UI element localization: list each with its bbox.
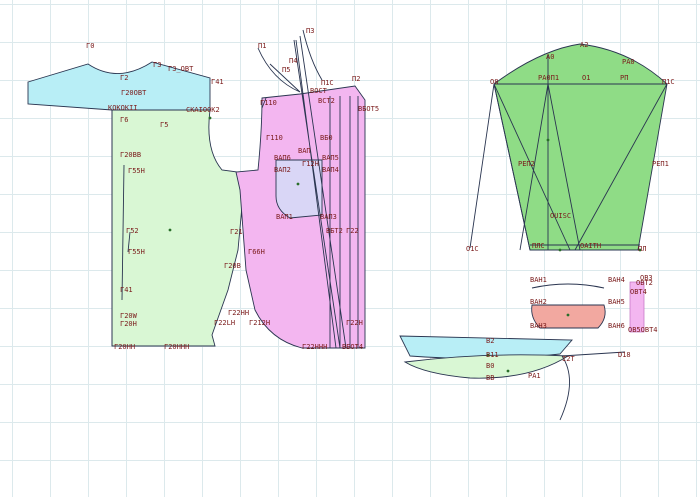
point-label: Г3 [153, 61, 161, 69]
point-label: РА0 [622, 58, 635, 66]
point-label: Г22HHH [302, 343, 327, 351]
point-label: ВАП6 [274, 154, 291, 162]
point-label: Г21 [230, 228, 243, 236]
pattern-piece-collar[interactable] [399, 335, 626, 421]
point-label: Г6 [120, 116, 128, 124]
point-label: ВАП4 [322, 166, 339, 174]
point-label: В0 [486, 362, 494, 370]
point-label: ВБ0 [320, 134, 333, 142]
point-label: П1C [662, 78, 675, 86]
point-label: KOKOKII [108, 104, 138, 112]
point-label: Г22 [346, 227, 359, 235]
point-label: ПЛС [532, 242, 545, 250]
point-label: ВСТ2 [318, 97, 335, 105]
point-label: CKAIOOK2 [186, 106, 220, 114]
point-label: Г20BB [120, 151, 141, 159]
point-label: П3 [306, 27, 314, 35]
pattern-drawing[interactable]: Г0 Г2 Г3 Г3_OBT Г20OBT Г41 KOKOKII CKAIO… [0, 0, 700, 497]
point-label: Г110 [266, 134, 283, 142]
point-label: OAITH [580, 242, 601, 250]
point-label: ВОСТ [310, 87, 328, 95]
cuff-top-line [531, 283, 605, 289]
point-label: Г20W [120, 312, 138, 320]
point-label: РЕП1 [652, 160, 669, 168]
point-label: Г2 [120, 74, 128, 82]
point-label: D18 [618, 351, 631, 359]
point-label: П4 [289, 57, 297, 65]
point-label: П1C [321, 79, 334, 87]
point-label: ВАП5 [322, 154, 339, 162]
point-label: ВБОТ5 [358, 105, 379, 113]
point-label: OBT4 [630, 288, 647, 296]
point-label: ВВ [486, 374, 494, 382]
point-label: П1 [258, 42, 266, 50]
point-label: O1C [466, 245, 479, 253]
point-label: ВАН3 [530, 322, 547, 330]
point-label: П5 [282, 66, 290, 74]
pattern-piece-cuff[interactable] [531, 281, 645, 333]
point-label: Г55H [128, 248, 145, 256]
point-label: ВБОТ4 [342, 343, 363, 351]
point-label: ВБТ2 [326, 227, 343, 235]
point-label: Г20H [120, 320, 137, 328]
point-label: В11 [486, 351, 499, 359]
point-label: ВАН6 [608, 322, 625, 330]
point-label: О1 [582, 74, 590, 82]
point-label: РА1 [528, 372, 541, 380]
point-label: OB5OBT4 [628, 326, 658, 334]
point-label: А2 [580, 41, 588, 49]
point-label: Г66H [248, 248, 265, 256]
point-label: ВАП [298, 147, 311, 155]
point-label: Г22HH [228, 309, 249, 317]
point-label: Г52 [126, 227, 139, 235]
point-label: Г110 [260, 99, 277, 107]
point-label: РП [620, 74, 628, 82]
pattern-piece-front[interactable] [235, 29, 366, 349]
point-label: Г212H [249, 319, 270, 327]
point-label: Г20B [224, 262, 241, 270]
point-label: В2 [486, 337, 494, 345]
point-label: ВАН2 [530, 298, 547, 306]
drawing-canvas[interactable]: Г0 Г2 Г3 Г3_OBT Г20OBT Г41 KOKOKII CKAIO… [0, 0, 700, 497]
point-label: ВАП1 [276, 213, 293, 221]
point-label: Г0 [86, 42, 94, 50]
point-label: OBT2 [636, 279, 653, 287]
point-label: А0 [546, 53, 554, 61]
point-label: Г12H [302, 160, 319, 168]
point-label: ПЛ [638, 245, 646, 253]
point-label: ВАП3 [320, 213, 337, 221]
point-label: OUISC [550, 212, 571, 220]
point-label: ВАН5 [608, 298, 625, 306]
point-label: РЕП2 [518, 160, 535, 168]
point-label: Г22LH [214, 319, 235, 327]
point-label: П2 [352, 75, 360, 83]
point-label: Г41 [120, 286, 133, 294]
point-label: Г3_OBT [168, 65, 194, 73]
point-label: Г20HH [114, 343, 135, 351]
point-label: ВАН1 [530, 276, 547, 284]
point-label: Г5 [160, 121, 168, 129]
sleeve-piece[interactable] [493, 43, 668, 251]
point-label: ВАН4 [608, 276, 625, 284]
point-label: Г41 [211, 78, 224, 86]
point-label: Г20OBT [121, 89, 147, 97]
point-label: Г20HHH [164, 343, 189, 351]
point-label: Г55H [128, 167, 145, 175]
point-label: I2T [562, 355, 575, 363]
point-label: Г22H [346, 319, 363, 327]
point-label: О8 [490, 78, 498, 86]
point-label: ВАП2 [274, 166, 291, 174]
point-label: РА0П1 [538, 74, 559, 82]
